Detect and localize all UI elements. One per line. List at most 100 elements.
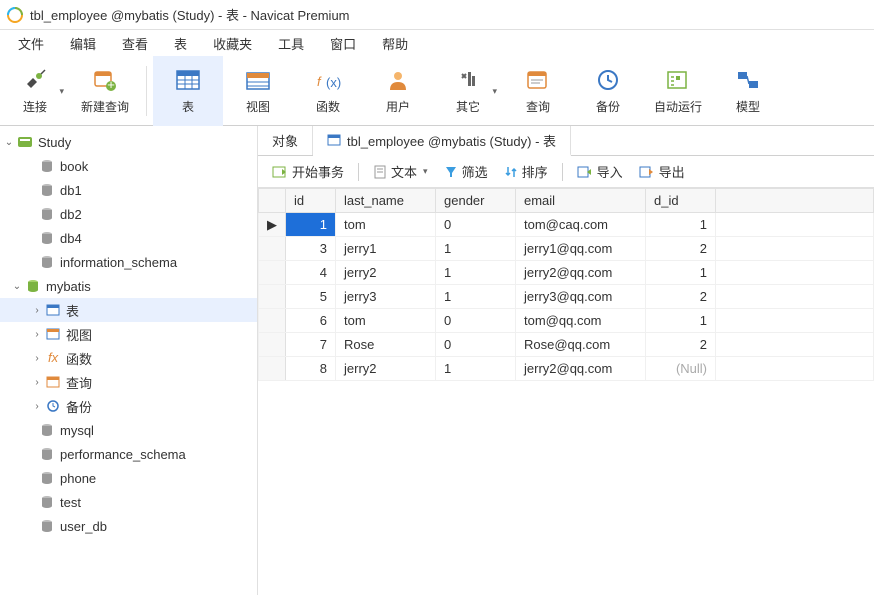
- col-gender[interactable]: gender: [436, 189, 516, 213]
- cell-email[interactable]: jerry2@qq.com: [516, 357, 646, 381]
- row-marker[interactable]: [259, 309, 286, 333]
- cell-email[interactable]: tom@qq.com: [516, 309, 646, 333]
- cell-last-name[interactable]: jerry2: [336, 261, 436, 285]
- cell-id[interactable]: 5: [286, 285, 336, 309]
- db-user-db[interactable]: ›user_db: [0, 514, 257, 538]
- cell-gender[interactable]: 1: [436, 357, 516, 381]
- col-email[interactable]: email: [516, 189, 646, 213]
- row-marker[interactable]: [259, 357, 286, 381]
- cell-last-name[interactable]: Rose: [336, 333, 436, 357]
- menu-edit[interactable]: 编辑: [58, 31, 108, 56]
- row-marker[interactable]: [259, 285, 286, 309]
- cell-id[interactable]: 6: [286, 309, 336, 333]
- cell-d-id[interactable]: 1: [646, 213, 716, 237]
- cell-gender[interactable]: 1: [436, 261, 516, 285]
- cell-email[interactable]: jerry3@qq.com: [516, 285, 646, 309]
- tab-tbl-employee[interactable]: tbl_employee @mybatis (Study) - 表: [313, 126, 571, 156]
- cell-gender[interactable]: 0: [436, 309, 516, 333]
- menu-table[interactable]: 表: [162, 31, 199, 56]
- db-mysql[interactable]: ›mysql: [0, 418, 257, 442]
- table-row[interactable]: 6tom0tom@qq.com1: [259, 309, 874, 333]
- tb-user[interactable]: 用户: [363, 56, 433, 126]
- filter-button[interactable]: 筛选: [438, 159, 494, 184]
- sort-button[interactable]: 排序: [498, 159, 554, 184]
- row-marker[interactable]: ▶: [259, 213, 286, 237]
- cell-gender[interactable]: 1: [436, 237, 516, 261]
- table-row[interactable]: ▶1tom0tom@caq.com1: [259, 213, 874, 237]
- mybatis-tables[interactable]: ›表: [0, 298, 257, 322]
- connection-tree[interactable]: ⌄ Study ›book ›db1 ›db2 ›db4 ›informatio…: [0, 126, 258, 595]
- cell-d-id[interactable]: (Null): [646, 357, 716, 381]
- cell-id[interactable]: 8: [286, 357, 336, 381]
- db-db1[interactable]: ›db1: [0, 178, 257, 202]
- cell-gender[interactable]: 1: [436, 285, 516, 309]
- db-performance-schema[interactable]: ›performance_schema: [0, 442, 257, 466]
- begin-transaction-button[interactable]: 开始事务: [266, 159, 350, 184]
- row-marker[interactable]: [259, 237, 286, 261]
- tb-new-query[interactable]: + 新建查询: [70, 56, 140, 126]
- expand-icon[interactable]: ›: [30, 329, 44, 340]
- tb-table[interactable]: 表: [153, 56, 223, 126]
- menu-tools[interactable]: 工具: [266, 31, 316, 56]
- menu-file[interactable]: 文件: [6, 31, 56, 56]
- table-row[interactable]: 3jerry11jerry1@qq.com2: [259, 237, 874, 261]
- col-d-id[interactable]: d_id: [646, 189, 716, 213]
- menu-window[interactable]: 窗口: [318, 31, 368, 56]
- row-marker[interactable]: [259, 261, 286, 285]
- mybatis-functions[interactable]: ›fx函数: [0, 346, 257, 370]
- table-row[interactable]: 4jerry21jerry2@qq.com1: [259, 261, 874, 285]
- cell-email[interactable]: Rose@qq.com: [516, 333, 646, 357]
- cell-email[interactable]: tom@caq.com: [516, 213, 646, 237]
- cell-last-name[interactable]: jerry1: [336, 237, 436, 261]
- tb-autorun[interactable]: 自动运行: [643, 56, 713, 126]
- cell-email[interactable]: jerry1@qq.com: [516, 237, 646, 261]
- table-row[interactable]: 5jerry31jerry3@qq.com2: [259, 285, 874, 309]
- menu-help[interactable]: 帮助: [370, 31, 420, 56]
- tb-connect[interactable]: ▾ 连接: [0, 56, 70, 126]
- mybatis-queries[interactable]: ›查询: [0, 370, 257, 394]
- tb-view[interactable]: 视图: [223, 56, 293, 126]
- table-row[interactable]: 7Rose0Rose@qq.com2: [259, 333, 874, 357]
- cell-id[interactable]: 4: [286, 261, 336, 285]
- data-grid[interactable]: id last_name gender email d_id ▶1tom0tom…: [258, 188, 874, 595]
- tb-function[interactable]: f(x) 函数: [293, 56, 363, 126]
- cell-email[interactable]: jerry2@qq.com: [516, 261, 646, 285]
- db-phone[interactable]: ›phone: [0, 466, 257, 490]
- cell-id[interactable]: 3: [286, 237, 336, 261]
- cell-d-id[interactable]: 2: [646, 285, 716, 309]
- tb-query[interactable]: 查询: [503, 56, 573, 126]
- cell-d-id[interactable]: 1: [646, 261, 716, 285]
- conn-study[interactable]: ⌄ Study: [0, 130, 257, 154]
- tab-objects[interactable]: 对象: [258, 126, 313, 155]
- import-button[interactable]: 导入: [571, 159, 629, 184]
- tb-other[interactable]: ▾ 其它: [433, 56, 503, 126]
- expand-icon[interactable]: ›: [30, 377, 44, 388]
- cell-d-id[interactable]: 2: [646, 333, 716, 357]
- expand-icon[interactable]: ›: [30, 401, 44, 412]
- cell-last-name[interactable]: tom: [336, 309, 436, 333]
- cell-id[interactable]: 7: [286, 333, 336, 357]
- cell-d-id[interactable]: 2: [646, 237, 716, 261]
- cell-id[interactable]: 1: [286, 213, 336, 237]
- db-db4[interactable]: ›db4: [0, 226, 257, 250]
- export-button[interactable]: 导出: [633, 159, 691, 184]
- expand-icon[interactable]: ›: [30, 305, 44, 316]
- tb-model[interactable]: 模型: [713, 56, 783, 126]
- row-marker[interactable]: [259, 333, 286, 357]
- db-db2[interactable]: ›db2: [0, 202, 257, 226]
- col-last-name[interactable]: last_name: [336, 189, 436, 213]
- menu-view[interactable]: 查看: [110, 31, 160, 56]
- collapse-icon[interactable]: ⌄: [10, 281, 24, 292]
- db-test[interactable]: ›test: [0, 490, 257, 514]
- expand-icon[interactable]: ›: [30, 353, 44, 364]
- db-information-schema[interactable]: ›information_schema: [0, 250, 257, 274]
- db-mybatis[interactable]: ⌄mybatis: [0, 274, 257, 298]
- mybatis-views[interactable]: ›视图: [0, 322, 257, 346]
- db-book[interactable]: ›book: [0, 154, 257, 178]
- cell-gender[interactable]: 0: [436, 333, 516, 357]
- cell-last-name[interactable]: jerry2: [336, 357, 436, 381]
- tb-backup[interactable]: 备份: [573, 56, 643, 126]
- table-row[interactable]: 8jerry21jerry2@qq.com(Null): [259, 357, 874, 381]
- mybatis-backups[interactable]: ›备份: [0, 394, 257, 418]
- col-id[interactable]: id: [286, 189, 336, 213]
